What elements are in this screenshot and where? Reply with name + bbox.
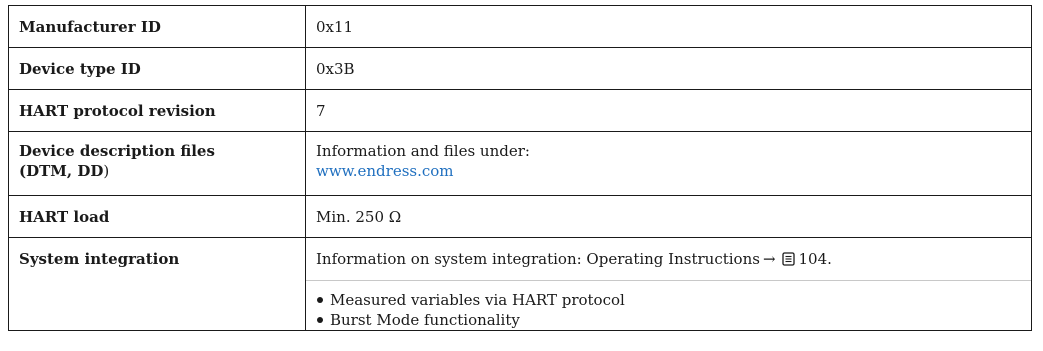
list-item-text: Measured variables via HART protocol	[330, 291, 625, 309]
row-label-paren: )	[103, 162, 110, 180]
row-label: Device type ID	[8, 47, 306, 90]
system-integration-text: Information on system integration: Opera…	[306, 249, 1031, 281]
book-icon[interactable]	[781, 251, 795, 271]
row-label: System integration	[8, 237, 306, 331]
table-row: Device type ID 0x3B	[8, 47, 1032, 90]
row-label: Device description files	[19, 142, 215, 160]
list-item: Measured variables via HART protocol	[316, 290, 1022, 310]
row-value: 0x11	[305, 5, 1032, 48]
page-reference[interactable]: 104.	[799, 250, 832, 268]
spec-table: Manufacturer ID 0x11 Device type ID 0x3B…	[8, 5, 1032, 331]
row-value: 0x3B	[305, 47, 1032, 90]
table-row: HART protocol revision 7	[8, 89, 1032, 132]
row-value-cell: Information and files under: www.endress…	[305, 131, 1032, 196]
bullet-icon	[317, 317, 323, 323]
row-value: Information on system integration: Opera…	[316, 250, 760, 268]
list-item: Burst Mode functionality	[316, 310, 1022, 330]
row-value: Min. 250 Ω	[305, 195, 1032, 238]
bullet-icon	[317, 297, 323, 303]
row-label: HART load	[8, 195, 306, 238]
table-row: Manufacturer ID 0x11	[8, 5, 1032, 48]
row-label: HART protocol revision	[8, 89, 306, 132]
row-label-cell: Device description files (DTM, DD)	[8, 131, 306, 196]
row-label: Manufacturer ID	[8, 5, 306, 48]
table-row: HART load Min. 250 Ω	[8, 195, 1032, 238]
bullet-list: Measured variables via HART protocol Bur…	[316, 290, 1022, 330]
row-label-line2: (DTM, DD)	[19, 161, 295, 181]
row-label-abbrev: (DTM, DD	[19, 162, 104, 180]
row-value: Information and files under:	[316, 142, 530, 160]
list-item-text: Burst Mode functionality	[330, 311, 520, 329]
right-arrow-icon: →	[762, 250, 776, 268]
row-value-cell: Information on system integration: Opera…	[305, 237, 1032, 331]
endress-link[interactable]: www.endress.com	[316, 161, 1022, 181]
row-value: 7	[305, 89, 1032, 132]
table-row: System integration Information on system…	[8, 237, 1032, 331]
table-row: Device description files (DTM, DD) Infor…	[8, 131, 1032, 196]
